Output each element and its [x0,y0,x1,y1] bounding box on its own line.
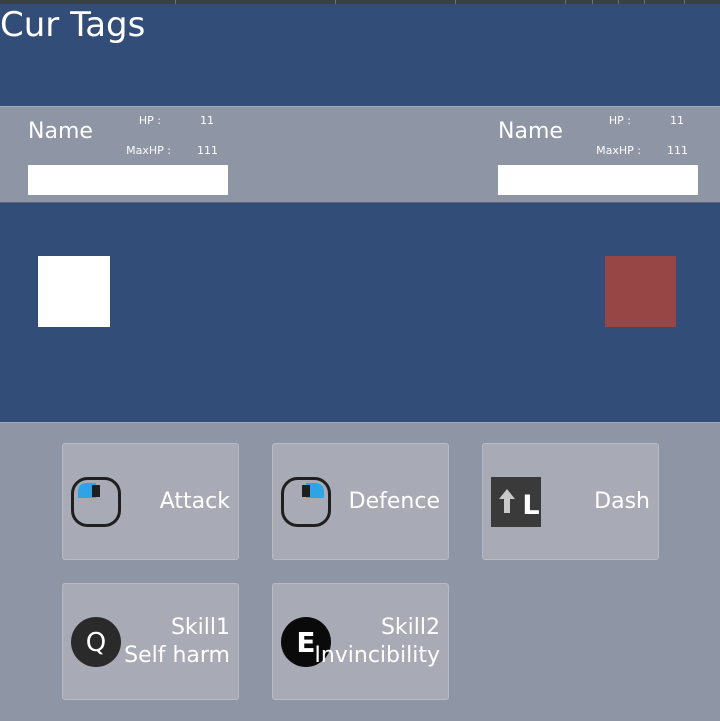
player-sprite [38,256,110,327]
attack-label: Attack [159,489,230,514]
battle-arena [0,203,720,422]
enemy-sprite [605,256,676,327]
player-status-card: Name HP : 11 MaxHP : 111 [28,107,258,204]
skill2-description: Invincibility [314,643,440,668]
defence-label: Defence [348,489,440,514]
svg-text:Q: Q [86,628,106,658]
page-title: Cur Tags [0,5,146,45]
shift-l-key-icon: L [491,477,541,527]
skill1-description: Self harm [124,643,230,668]
skill1-label: Skill1 [170,615,230,640]
player-hp-value: 11 [200,114,214,127]
dash-button[interactable]: L Dash [482,443,659,560]
skill2-label: Skill2 [380,615,440,640]
enemy-hp-label: HP : [608,114,631,127]
player-name: Name [28,119,93,144]
mouse-left-click-icon [71,477,121,527]
attack-button[interactable]: Attack [62,443,239,560]
skill1-button[interactable]: Q Skill1 Self harm [62,583,239,700]
player-hp-bar [28,165,228,195]
enemy-hp-value: 11 [670,114,684,127]
player-maxhp-label: MaxHP : [126,144,171,157]
enemy-status-card: Name HP : 11 MaxHP : 111 [498,107,720,204]
svg-text:L: L [522,490,539,521]
enemy-maxhp-label: MaxHP : [596,144,641,157]
dash-label: Dash [594,489,650,514]
player-hp-label: HP : [138,114,161,127]
q-key-icon: Q [71,617,121,667]
mouse-right-click-icon [281,477,331,527]
skill2-button[interactable]: E Skill2 Invincibility [272,583,449,700]
defence-button[interactable]: Defence [272,443,449,560]
status-panel: Name HP : 11 MaxHP : 111 Name HP : 11 Ma… [0,106,720,203]
enemy-maxhp-value: 111 [667,144,688,157]
enemy-hp-bar [498,165,698,195]
player-maxhp-value: 111 [197,144,218,157]
enemy-name: Name [498,119,563,144]
controls-panel: Attack Defence L Dash Q Skill1 Self harm… [0,422,720,721]
svg-text:E: E [296,626,315,659]
